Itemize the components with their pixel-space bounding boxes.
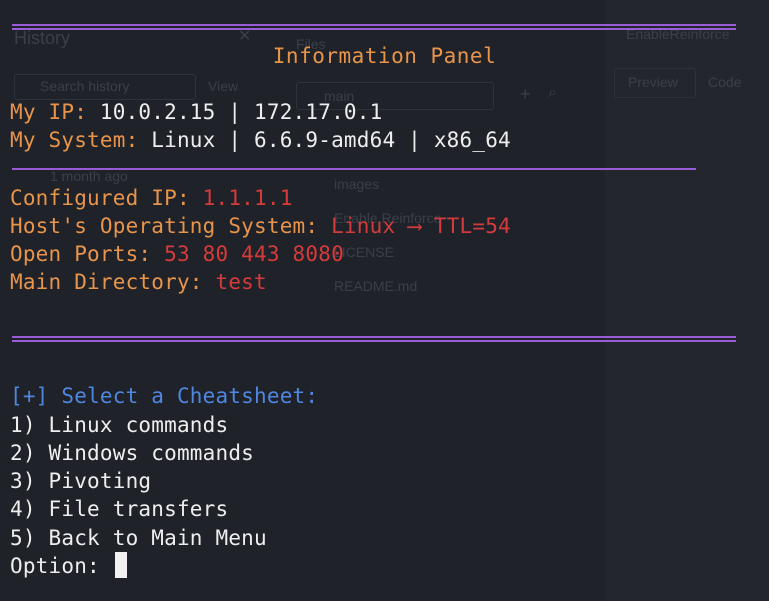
- my-ip-value: 10.0.2.15 | 172.17.0.1: [99, 100, 383, 124]
- bottom-divider: [12, 336, 736, 342]
- cheatsheet-prompt: [+] Select a Cheatsheet:: [10, 384, 319, 408]
- menu-option-pivoting: 3) Pivoting: [10, 469, 152, 493]
- panel-title: Information Panel: [272, 44, 497, 68]
- main-directory-value: test: [215, 270, 267, 294]
- configured-ip-line: Configured IP: 1.1.1.1: [10, 184, 293, 212]
- my-system-label: My System:: [10, 128, 152, 152]
- option-input-label: Option:: [10, 554, 113, 578]
- menu-option-linux: 1) Linux commands: [10, 413, 229, 437]
- ghost-tree-images: images: [334, 176, 380, 192]
- ghost-view: View: [208, 78, 239, 94]
- host-os-value: Linux ⟶ TTL=54: [331, 214, 511, 238]
- my-system-line: My System: Linux | 6.6.9-amd64 | x86_64: [10, 126, 511, 154]
- middle-divider: [12, 168, 696, 170]
- ghost-code-tab: Code: [708, 74, 742, 90]
- menu-option-windows: 2) Windows commands: [10, 441, 255, 465]
- open-ports-line: Open Ports: 53 80 443 8080: [10, 240, 344, 268]
- configured-ip-label: Configured IP:: [10, 186, 203, 210]
- host-os-label: Host's Operating System:: [10, 214, 332, 238]
- ghost-preview-tab: Preview: [628, 74, 678, 90]
- ghost-search-history: Search history: [40, 78, 130, 94]
- configured-ip-value: 1.1.1.1: [202, 186, 293, 210]
- ghost-search-icon: ⌕: [548, 84, 557, 101]
- ghost-age: 1 month ago: [50, 168, 128, 184]
- top-divider: [12, 24, 736, 30]
- menu-option-file-transfers: 4) File transfers: [10, 497, 229, 521]
- ghost-tree-readme: README.md: [334, 278, 418, 294]
- my-system-value: Linux | 6.6.9-amd64 | x86_64: [151, 128, 511, 152]
- my-ip-line: My IP: 10.0.2.15 | 172.17.0.1: [10, 98, 382, 126]
- text-cursor: [114, 552, 127, 578]
- ghost-plus-icon: +: [520, 84, 531, 104]
- open-ports-label: Open Ports:: [10, 242, 165, 266]
- host-os-line: Host's Operating System: Linux ⟶ TTL=54: [10, 212, 511, 240]
- main-directory-label: Main Directory:: [10, 270, 216, 294]
- menu-option-back: 5) Back to Main Menu: [10, 526, 267, 550]
- my-ip-label: My IP:: [10, 100, 100, 124]
- option-input-line[interactable]: Option:: [10, 552, 127, 580]
- open-ports-value: 53 80 443 8080: [164, 242, 344, 266]
- main-directory-line: Main Directory: test: [10, 268, 267, 296]
